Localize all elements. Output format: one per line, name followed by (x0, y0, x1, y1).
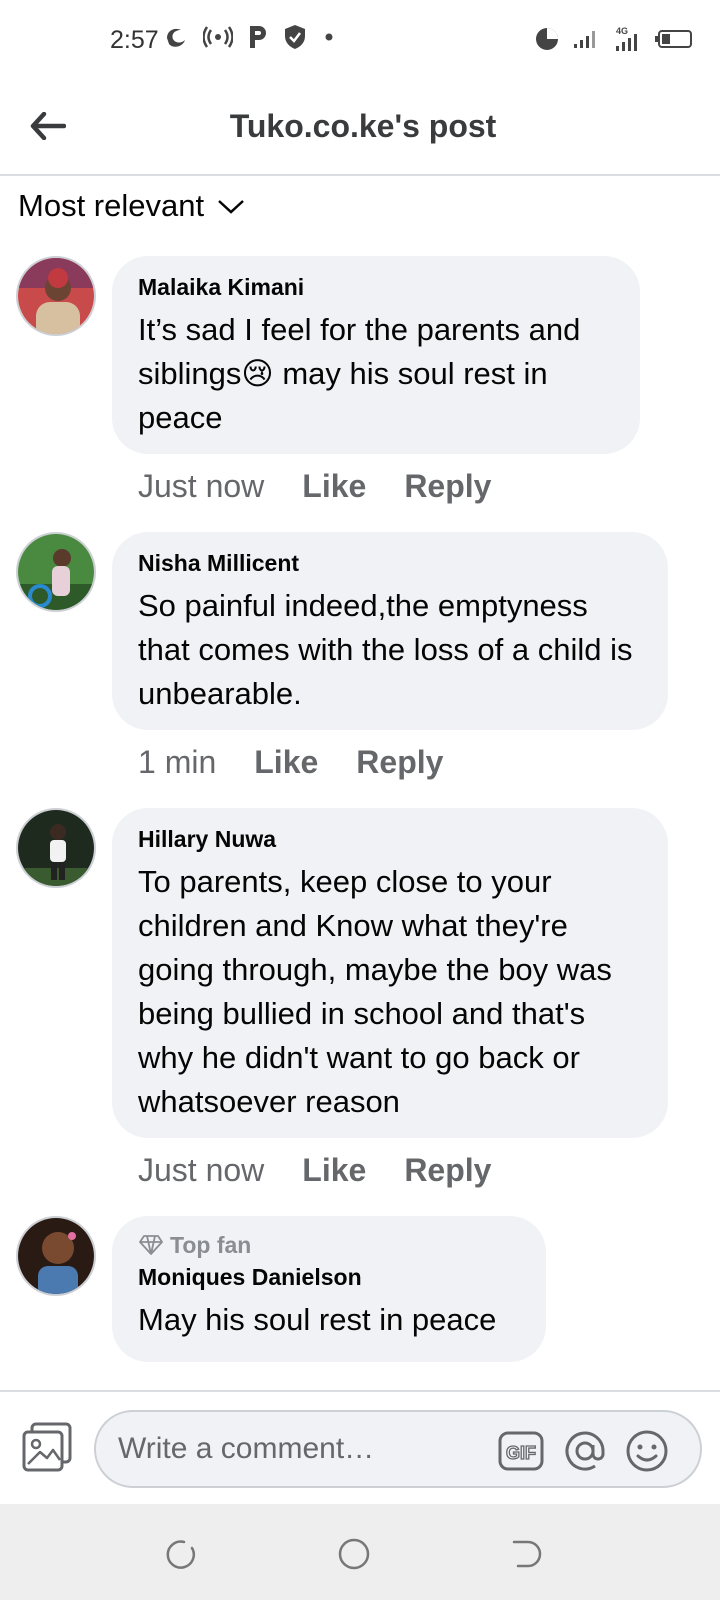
top-fan-badge: Top fan (138, 1230, 520, 1260)
comment-time[interactable]: Just now (138, 1152, 264, 1189)
home-button[interactable] (334, 1534, 374, 1574)
comment-bubble: Top fan Moniques Danielson May his soul … (112, 1216, 546, 1362)
comment-input[interactable]: Write a comment… GIF (94, 1410, 702, 1488)
comment-bubble: Hillary Nuwa To parents, keep close to y… (112, 808, 668, 1138)
sort-dropdown[interactable]: Most relevant (18, 186, 246, 226)
comment-actions: 1 min Like Reply (138, 744, 443, 781)
reply-button[interactable]: Reply (356, 744, 443, 781)
page-title: Tuko.co.ke's post (229, 108, 497, 144)
gif-icon: GIF (498, 1431, 544, 1471)
top-fan-label: Top fan (170, 1232, 252, 1258)
comment-bubble: Nisha Millicent So painful indeed,the em… (112, 532, 668, 730)
status-icons-left (163, 24, 337, 50)
header: Tuko.co.ke's post (0, 80, 720, 176)
reply-button[interactable]: Reply (404, 468, 491, 505)
comment-text: To parents, keep close to your children … (138, 864, 612, 1119)
comment-bubble: Malaika Kimani It’s sad I feel for the p… (112, 256, 640, 454)
photo-icon (22, 1422, 72, 1472)
status-bar: 2:57 4G (0, 0, 720, 80)
swirl-icon (163, 24, 189, 50)
at-sign-icon (565, 1431, 605, 1471)
comment-text: May his soul rest in peace (138, 1302, 497, 1337)
chevron-down-icon (218, 200, 244, 214)
sort-label: Most relevant (18, 188, 205, 223)
svg-text:4G: 4G (616, 26, 628, 36)
signal-icon (572, 28, 600, 50)
reply-button[interactable]: Reply (404, 1152, 491, 1189)
like-button[interactable]: Like (254, 744, 318, 781)
shield-icon (283, 24, 307, 50)
avatar[interactable] (16, 256, 96, 336)
comment-actions: Just now Like Reply (138, 468, 491, 505)
comment-text: It’s sad I feel for the parents and sibl… (138, 312, 581, 435)
signal-4g-icon: 4G (612, 24, 642, 54)
back-nav-button[interactable] (506, 1534, 546, 1574)
recents-icon (166, 1540, 196, 1569)
avatar[interactable] (16, 808, 96, 888)
like-button[interactable]: Like (302, 1152, 366, 1189)
back-nav-icon (512, 1540, 542, 1568)
photo-button[interactable] (20, 1420, 74, 1474)
mention-button[interactable] (562, 1428, 608, 1474)
avatar[interactable] (16, 532, 96, 612)
comment-time[interactable]: 1 min (138, 744, 216, 781)
comment-time[interactable]: Just now (138, 468, 264, 505)
status-icons-right: 4G (534, 24, 694, 54)
avatar[interactable] (16, 1216, 96, 1296)
like-button[interactable]: Like (302, 468, 366, 505)
comment-actions: Just now Like Reply (138, 1152, 491, 1189)
dot-icon (321, 29, 337, 45)
comment-author[interactable]: Hillary Nuwa (138, 824, 642, 854)
diamond-icon (139, 1235, 163, 1255)
home-circle-icon (338, 1538, 370, 1570)
comment-author[interactable]: Nisha Millicent (138, 548, 642, 578)
system-nav-bar (0, 1504, 720, 1600)
comment-author[interactable]: Moniques Danielson (138, 1262, 520, 1292)
comment-text: So painful indeed,the emptyness that com… (138, 588, 633, 711)
battery-icon (654, 28, 694, 50)
recents-button[interactable] (160, 1534, 200, 1574)
status-time: 2:57 (110, 26, 159, 54)
svg-text:GIF: GIF (506, 1443, 536, 1463)
comment-placeholder: Write a comment… (118, 1432, 375, 1465)
smiley-icon (626, 1430, 668, 1472)
comment-composer: Write a comment… GIF (0, 1390, 720, 1504)
emoji-button[interactable] (624, 1428, 670, 1474)
hotspot-icon (203, 26, 233, 48)
parking-icon (247, 24, 269, 50)
gif-button[interactable]: GIF (498, 1428, 544, 1474)
screen: 2:57 4G Tuko.co.ke's post Most relevant … (0, 0, 720, 1600)
comment-author[interactable]: Malaika Kimani (138, 272, 614, 302)
data-saver-icon (534, 26, 560, 52)
